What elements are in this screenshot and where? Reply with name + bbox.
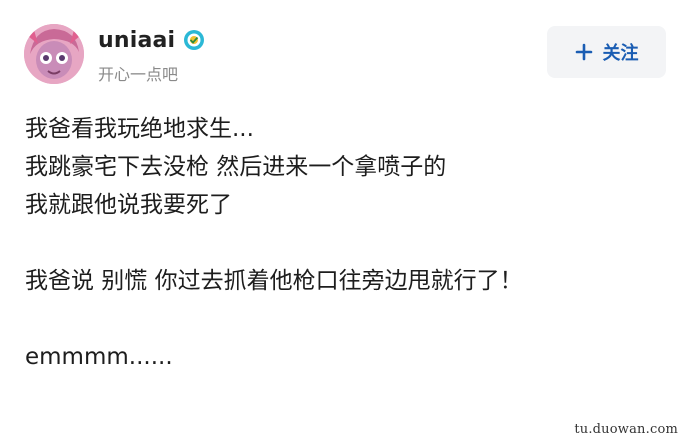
- plus-icon: [575, 43, 592, 61]
- post-content: 我爸看我玩绝地求生... 我跳豪宅下去没枪 然后进来一个拿喷子的 我就跟他说我要…: [25, 110, 665, 376]
- avatar[interactable]: [24, 24, 84, 84]
- follow-button-label: 关注: [602, 43, 639, 64]
- post-text-line: 我爸说 别慌 你过去抓着他枪口往旁边甩就行了！: [25, 268, 523, 294]
- watermark: tu.duowan.com: [574, 422, 678, 437]
- follow-button[interactable]: 关注: [547, 26, 666, 78]
- post-text-line: 我就跟他说我要死了: [25, 192, 232, 218]
- author-bio: 开心一点吧: [98, 65, 179, 84]
- post-text-line: 我跳豪宅下去没枪 然后进来一个拿喷子的: [25, 154, 447, 180]
- avatar-image: [24, 24, 84, 84]
- post-text-line: 我爸看我玩绝地求生...: [25, 116, 254, 142]
- verified-badge-icon: [184, 30, 205, 50]
- post-header: uniaai 开心一点吧 关注: [0, 0, 690, 100]
- username[interactable]: uniaai: [98, 28, 175, 53]
- username-row: uniaai: [98, 26, 205, 54]
- post-text-line: emmmm......: [25, 344, 173, 370]
